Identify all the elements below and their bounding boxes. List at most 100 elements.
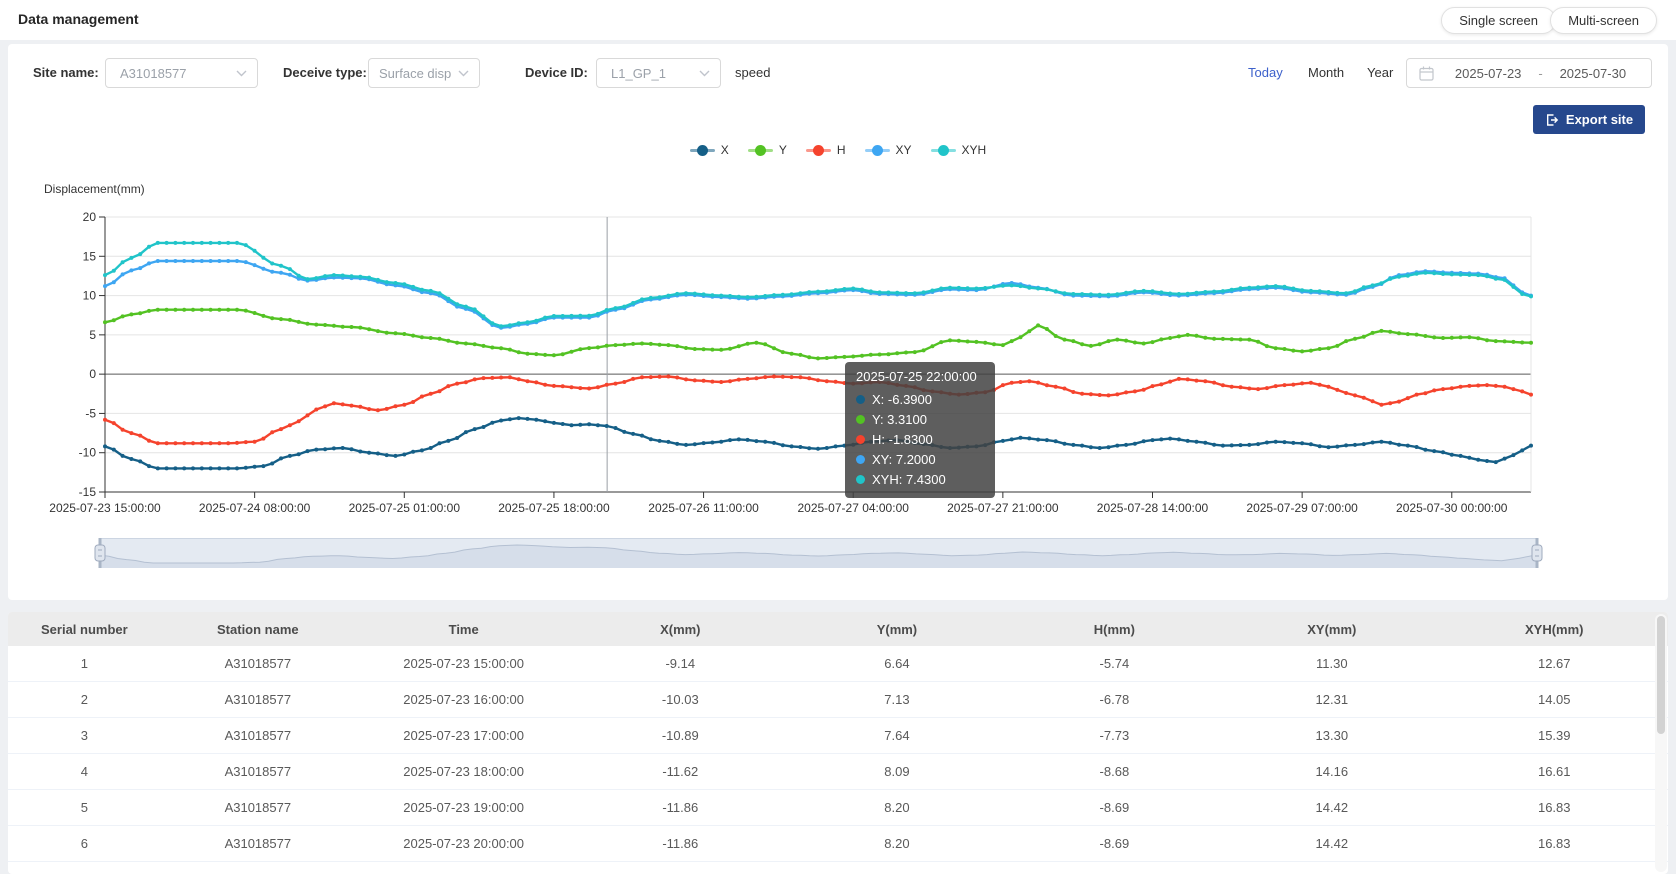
table-cell: 2025-07-23 20:00:00: [355, 836, 572, 851]
table-header-cell: XYH(mm): [1441, 622, 1668, 637]
table-header-cell: XY(mm): [1223, 622, 1440, 637]
legend-item-X[interactable]: X: [690, 143, 729, 157]
device-type-select[interactable]: Surface disp: [368, 58, 480, 88]
table-header-cell: Y(mm): [788, 622, 1005, 637]
table-cell: A31018577: [161, 836, 355, 851]
table-cell: 8.20: [788, 836, 1005, 851]
table-cell: 3: [8, 728, 161, 743]
device-type-label: Deceive type:: [283, 65, 367, 80]
series-H: [103, 375, 1533, 446]
table-cell: 14.16: [1223, 764, 1440, 779]
site-name-value: A31018577: [120, 66, 230, 81]
table-cell: 16.83: [1441, 800, 1668, 815]
table-row: 5A310185772025-07-23 19:00:00-11.868.20-…: [8, 790, 1668, 826]
export-icon: [1545, 113, 1559, 127]
svg-text:2025-07-27 04:00:00: 2025-07-27 04:00:00: [797, 501, 909, 515]
site-name-select[interactable]: A31018577: [105, 58, 258, 88]
legend-label: XY: [896, 143, 912, 157]
legend-item-XYH[interactable]: XYH: [931, 143, 987, 157]
svg-text:-10: -10: [79, 446, 97, 460]
legend-item-Y[interactable]: Y: [748, 143, 787, 157]
table-cell: 1: [8, 656, 161, 671]
table-cell: 12.67: [1441, 656, 1668, 671]
x-axis-labels: 2025-07-23 15:00:002025-07-24 08:00:0020…: [49, 492, 1508, 515]
table-cell: 15.39: [1441, 728, 1668, 743]
table-cell: -8.68: [1006, 764, 1223, 779]
legend-marker-icon: [931, 144, 956, 156]
svg-text:15: 15: [83, 249, 97, 263]
table-cell: 4: [8, 764, 161, 779]
legend-marker-icon: [806, 144, 831, 156]
table-cell: 6.64: [788, 656, 1005, 671]
year-button[interactable]: Year: [1367, 65, 1393, 80]
single-screen-button[interactable]: Single screen: [1441, 7, 1556, 34]
table-row: 4A310185772025-07-23 18:00:00-11.628.09-…: [8, 754, 1668, 790]
table-cell: -10.89: [572, 728, 788, 743]
legend-item-XY[interactable]: XY: [865, 143, 912, 157]
table-cell: 8.20: [788, 800, 1005, 815]
datazoom-slider[interactable]: [100, 538, 1537, 568]
page-title: Data management: [18, 11, 139, 27]
table-cell: 16.61: [1441, 764, 1668, 779]
table-cell: 2025-07-23 18:00:00: [355, 764, 572, 779]
table-cell: -10.03: [572, 692, 788, 707]
svg-text:5: 5: [89, 328, 96, 342]
table-cell: 14.05: [1441, 692, 1668, 707]
date-start-value[interactable]: 2025-07-23: [1440, 66, 1536, 81]
table-scrollbar-thumb[interactable]: [1657, 616, 1665, 734]
svg-text:2025-07-28 14:00:00: 2025-07-28 14:00:00: [1097, 501, 1209, 515]
series-XY: [103, 259, 1533, 330]
svg-text:-5: -5: [85, 406, 96, 420]
device-type-value: Surface disp: [379, 66, 452, 81]
svg-text:2025-07-27 21:00:00: 2025-07-27 21:00:00: [947, 501, 1059, 515]
table-cell: 6: [8, 836, 161, 851]
table-scrollbar: [1655, 614, 1667, 872]
legend-marker-icon: [748, 144, 773, 156]
table-cell: 2025-07-23 17:00:00: [355, 728, 572, 743]
y-axis-title: Displacement(mm): [44, 182, 145, 196]
table-row: 2A310185772025-07-23 16:00:00-10.037.13-…: [8, 682, 1668, 718]
date-range-picker[interactable]: 2025-07-23 - 2025-07-30: [1406, 58, 1652, 88]
month-button[interactable]: Month: [1308, 65, 1344, 80]
site-name-label: Site name:: [33, 65, 99, 80]
table-cell: 16.83: [1441, 836, 1668, 851]
date-end-value[interactable]: 2025-07-30: [1545, 66, 1641, 81]
table-cell: 7.64: [788, 728, 1005, 743]
date-separator: -: [1536, 66, 1544, 81]
table-header-cell: Time: [355, 622, 572, 637]
svg-text:2025-07-25 18:00:00: 2025-07-25 18:00:00: [498, 501, 610, 515]
svg-text:10: 10: [83, 289, 97, 303]
table-cell: A31018577: [161, 764, 355, 779]
table-body: 1A310185772025-07-23 15:00:00-9.146.64-5…: [8, 646, 1668, 862]
multi-screen-button[interactable]: Multi-screen: [1550, 7, 1657, 34]
legend-label: Y: [779, 143, 787, 157]
table-cell: A31018577: [161, 728, 355, 743]
legend-item-H[interactable]: H: [806, 143, 846, 157]
table-cell: -8.69: [1006, 800, 1223, 815]
table-row: 3A310185772025-07-23 17:00:00-10.897.64-…: [8, 718, 1668, 754]
table-header-cell: Station name: [161, 622, 355, 637]
calendar-icon: [1419, 66, 1434, 81]
table-header-row: Serial numberStation nameTimeX(mm)Y(mm)H…: [8, 612, 1668, 646]
export-site-label: Export site: [1566, 112, 1633, 127]
table-cell: A31018577: [161, 692, 355, 707]
svg-text:20: 20: [83, 210, 97, 224]
series-Y: [103, 308, 1533, 361]
displacement-line-chart[interactable]: 20151050-5-10-152025-07-23 15:00:002025-…: [8, 204, 1660, 518]
table-cell: 8.09: [788, 764, 1005, 779]
export-site-button[interactable]: Export site: [1533, 105, 1645, 134]
table-cell: -11.62: [572, 764, 788, 779]
today-button[interactable]: Today: [1248, 65, 1283, 80]
chevron-down-icon: [458, 70, 469, 77]
device-id-value: L1_GP_1: [611, 66, 693, 81]
device-id-select[interactable]: L1_GP_1: [596, 58, 721, 88]
table-cell: 11.30: [1223, 656, 1440, 671]
speed-label: speed: [735, 65, 770, 80]
table-cell: 14.42: [1223, 800, 1440, 815]
table-cell: 2025-07-23 19:00:00: [355, 800, 572, 815]
svg-text:2025-07-30 00:00:00: 2025-07-30 00:00:00: [1396, 501, 1508, 515]
legend-label: H: [837, 143, 846, 157]
legend-label: X: [721, 143, 729, 157]
table-cell: 2: [8, 692, 161, 707]
svg-text:2025-07-26 11:00:00: 2025-07-26 11:00:00: [648, 501, 759, 515]
